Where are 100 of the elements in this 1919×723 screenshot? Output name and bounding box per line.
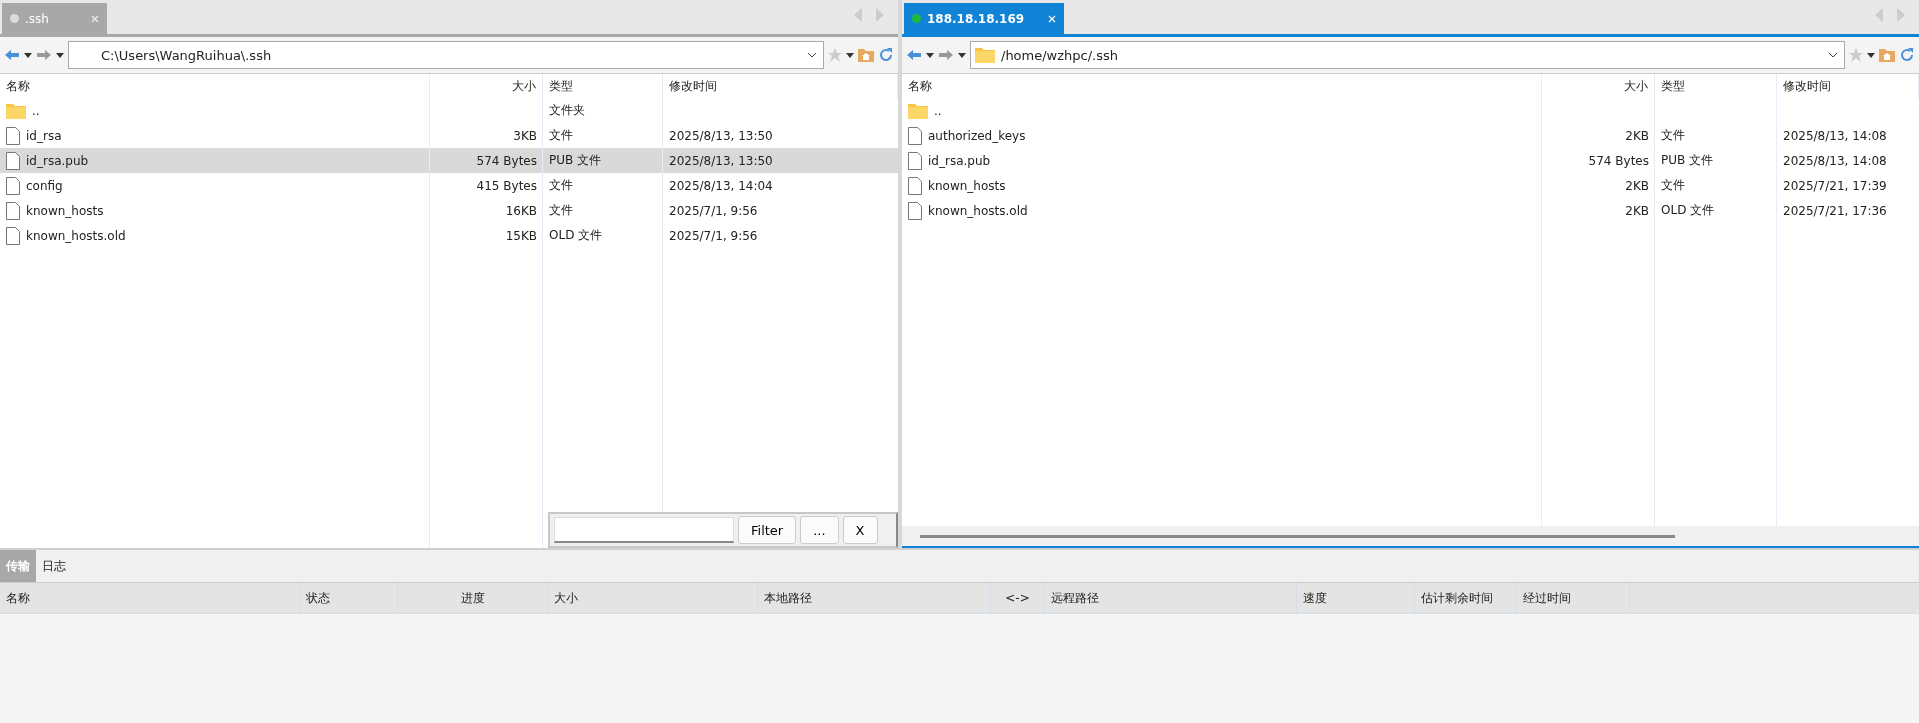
file-row[interactable]: config 415 Bytes 文件 2025/8/13, 14:04	[0, 173, 898, 198]
file-icon	[908, 201, 922, 220]
filter-bar-button[interactable]: ...	[800, 516, 839, 544]
dropdown-icon[interactable]	[1828, 52, 1838, 58]
panel-tab[interactable]: 日志	[36, 550, 72, 582]
file-type: 文件	[549, 202, 573, 219]
column-header[interactable]: 名称	[0, 583, 300, 613]
folder-icon	[975, 47, 995, 63]
file-icon	[6, 176, 20, 195]
file-size: 2KB	[1625, 203, 1649, 218]
refresh-icon[interactable]	[1899, 47, 1915, 63]
column-header[interactable]: 估计剩余时间	[1415, 583, 1517, 613]
column-header[interactable]: 本地路径	[758, 583, 991, 613]
modified-time: 2025/7/1, 9:56	[669, 203, 758, 218]
column-header[interactable]: 修改时间	[1777, 74, 1919, 98]
file-type: 文件	[549, 177, 573, 194]
path-field[interactable]: C:\Users\WangRuihua\.ssh	[68, 41, 824, 69]
file-type: 文件	[549, 127, 573, 144]
file-row[interactable]: id_rsa.pub 574 Bytes PUB 文件 2025/8/13, 13:50	[0, 148, 898, 173]
file-row[interactable]: .. 文件夹	[0, 98, 898, 123]
file-size: 2KB	[1625, 128, 1649, 143]
file-icon	[6, 226, 20, 245]
column-header[interactable]: 远程路径	[1045, 583, 1297, 613]
modified-time: 2025/8/13, 14:08	[1783, 128, 1887, 143]
column-header[interactable]: 类型	[543, 74, 663, 98]
file-name: id_rsa.pub	[928, 153, 991, 168]
file-name: id_rsa.pub	[26, 153, 89, 168]
column-header[interactable]: 名称	[0, 74, 430, 98]
file-name: known_hosts	[928, 178, 1006, 193]
star-icon[interactable]	[1849, 48, 1863, 62]
file-type: OLD 文件	[1661, 202, 1715, 219]
filter-field[interactable]	[554, 517, 734, 543]
file-type: 文件	[1661, 177, 1685, 194]
modified-time: 2025/8/13, 14:04	[669, 178, 773, 193]
path-field[interactable]: /home/wzhpc/.ssh	[970, 41, 1845, 69]
filter-bar-button[interactable]: X	[842, 516, 878, 544]
column-header[interactable]: 大小	[548, 583, 758, 613]
file-size: 16KB	[505, 203, 537, 218]
file-size: 3KB	[513, 128, 537, 143]
file-icon	[6, 151, 20, 170]
file-icon	[6, 201, 20, 220]
column-header[interactable]: 速度	[1297, 583, 1415, 613]
caret-icon[interactable]	[56, 52, 64, 58]
file-size: 415 Bytes	[476, 178, 537, 193]
file-row[interactable]: ..	[902, 98, 1919, 123]
file-row[interactable]: known_hosts 2KB 文件 2025/7/21, 17:39	[902, 173, 1919, 198]
filter-bar-button[interactable]: Filter	[738, 516, 797, 544]
column-header[interactable]: 大小	[1542, 74, 1655, 98]
file-icon	[6, 126, 20, 145]
file-name: authorized_keys	[928, 128, 1026, 143]
file-size: 574 Bytes	[476, 153, 537, 168]
file-row[interactable]: known_hosts.old 15KB OLD 文件 2025/7/1, 9:56	[0, 223, 898, 248]
caret-icon[interactable]	[24, 52, 32, 58]
caret-icon[interactable]	[926, 52, 934, 58]
column-header[interactable]: 类型	[1655, 74, 1777, 98]
refresh-icon[interactable]	[878, 47, 894, 63]
file-name: known_hosts.old	[26, 228, 126, 243]
modified-time: 2025/7/21, 17:39	[1783, 178, 1887, 193]
file-type: 文件夹	[549, 102, 585, 119]
column-header[interactable]: 经过时间	[1517, 583, 1630, 613]
column-header[interactable]: 修改时间	[663, 74, 898, 98]
file-row[interactable]: known_hosts.old 2KB OLD 文件 2025/7/21, 17:36	[902, 198, 1919, 223]
file-type: OLD 文件	[549, 227, 603, 244]
column-header[interactable]: 大小	[430, 74, 543, 98]
connection-tab[interactable]: 188.18.18.169	[904, 3, 1064, 34]
column-header[interactable]: <->	[991, 583, 1045, 613]
file-icon	[908, 126, 922, 145]
caret-icon[interactable]	[1867, 52, 1875, 58]
file-type: PUB 文件	[549, 152, 602, 169]
file-size: 2KB	[1625, 178, 1649, 193]
caret-icon[interactable]	[958, 52, 966, 58]
file-size: 574 Bytes	[1588, 153, 1649, 168]
star-icon[interactable]	[828, 48, 842, 62]
file-row[interactable]: authorized_keys 2KB 文件 2025/8/13, 14:08	[902, 123, 1919, 148]
file-type: PUB 文件	[1661, 152, 1714, 169]
folder-icon	[6, 102, 26, 119]
file-size: 15KB	[505, 228, 537, 243]
modified-time: 2025/7/1, 9:56	[669, 228, 758, 243]
column-header[interactable]: 名称	[902, 74, 1542, 98]
folder-icon	[908, 102, 928, 119]
modified-time: 2025/8/13, 14:08	[1783, 153, 1887, 168]
file-name: known_hosts	[26, 203, 104, 218]
file-name: known_hosts.old	[928, 203, 1028, 218]
file-type: 文件	[1661, 127, 1685, 144]
modified-time: 2025/7/21, 17:36	[1783, 203, 1887, 218]
caret-icon[interactable]	[846, 52, 854, 58]
modified-time: 2025/8/13, 13:50	[669, 153, 773, 168]
file-row[interactable]: id_rsa.pub 574 Bytes PUB 文件 2025/8/13, 14:08	[902, 148, 1919, 173]
file-row[interactable]: id_rsa 3KB 文件 2025/8/13, 13:50	[0, 123, 898, 148]
file-icon	[908, 151, 922, 170]
close-icon[interactable]	[91, 14, 99, 23]
file-name: ..	[32, 103, 40, 118]
modified-time: 2025/8/13, 13:50	[669, 128, 773, 143]
column-header[interactable]: 状态	[300, 583, 398, 613]
dropdown-icon[interactable]	[807, 52, 817, 58]
file-row[interactable]: known_hosts 16KB 文件 2025/7/1, 9:56	[0, 198, 898, 223]
column-header[interactable]: 进度	[398, 583, 548, 613]
horizontal-scrollbar[interactable]	[902, 526, 1919, 548]
file-icon	[908, 176, 922, 195]
file-name: id_rsa	[26, 128, 62, 143]
